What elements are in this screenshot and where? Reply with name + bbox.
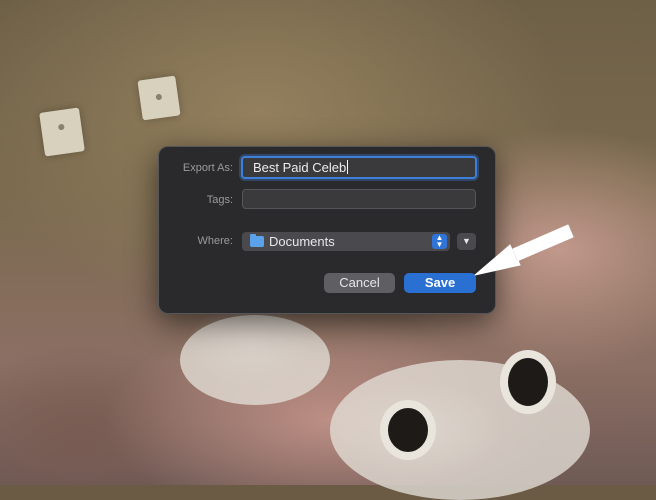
export-as-value: Best Paid Celeb: [253, 160, 347, 175]
text-caret: [347, 160, 349, 174]
tags-input[interactable]: [242, 189, 476, 209]
export-as-input[interactable]: Best Paid Celeb: [241, 156, 477, 179]
export-dialog: Export As: Best Paid Celeb Tags: Where: …: [158, 146, 496, 314]
save-button[interactable]: Save: [404, 273, 476, 293]
where-label: Where:: [197, 235, 233, 247]
plush-eye: [500, 350, 556, 414]
where-popup[interactable]: Documents ▲ ▼: [242, 232, 450, 251]
wall-switch: [137, 75, 181, 121]
plush-cat-left: [180, 315, 330, 405]
folder-icon: [250, 234, 264, 247]
where-value: Documents: [269, 234, 335, 249]
tags-label: Tags:: [206, 194, 233, 206]
cancel-button[interactable]: Cancel: [324, 273, 395, 293]
export-as-label: Export As:: [182, 162, 233, 174]
plush-eye: [380, 400, 436, 460]
up-down-chevron-icon: ▲ ▼: [432, 234, 447, 249]
wall-switch: [39, 107, 85, 157]
arrow-icon: [474, 224, 574, 276]
